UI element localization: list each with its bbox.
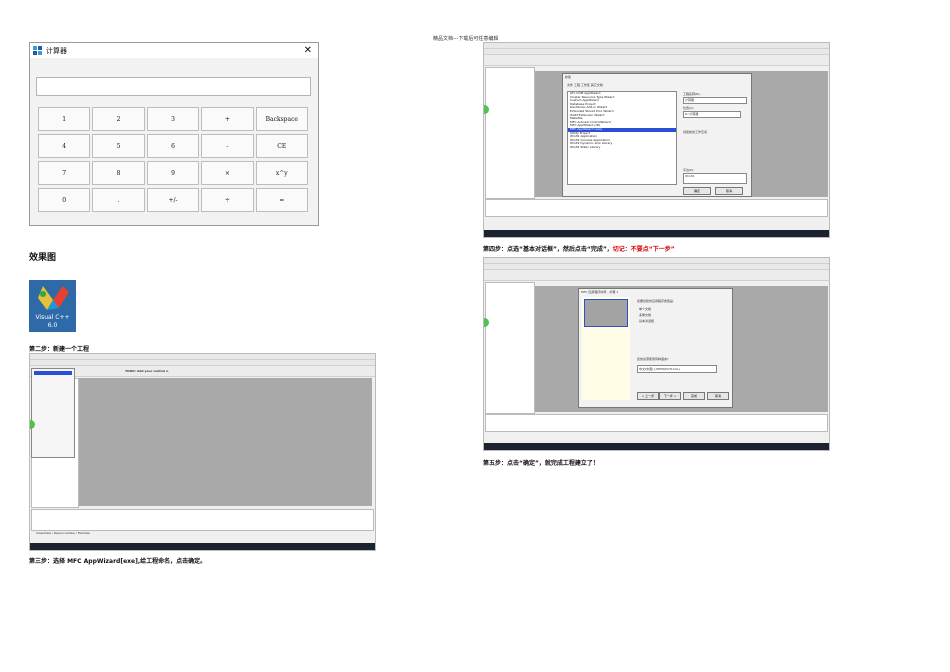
visual-cpp-logo-icon [38, 286, 69, 310]
workspace-panel-c [485, 282, 535, 414]
calc-button[interactable]: + [201, 107, 254, 131]
calculator-title: 计算器 [46, 46, 67, 55]
calc-button[interactable]: 0 [38, 188, 91, 212]
ok-button[interactable]: 确定 [683, 187, 711, 195]
step3-caption: 第三步：选择 MFC AppWizard[exe],给工程命名，点击确定。 [29, 558, 207, 565]
calculator-titlebar: 计算器 ✕ [30, 43, 318, 58]
language-value: 中文[中国] (APPWZCHS.DLL) [639, 367, 681, 371]
calc-button[interactable]: Backspace [255, 107, 308, 131]
location-field[interactable]: D:\计算器 [683, 111, 741, 118]
windows-taskbar [484, 443, 829, 450]
calc-button[interactable]: 1 [38, 107, 91, 131]
calc-button[interactable]: 3 [146, 107, 200, 131]
calc-button[interactable]: 4 [38, 134, 91, 158]
wizard-cancel-button[interactable]: 取消 [707, 392, 729, 400]
header-note: 精品文档---下载后可任意编辑 [433, 36, 499, 42]
output-panel [31, 509, 374, 531]
calc-button[interactable]: 6 [146, 134, 200, 158]
calc-button[interactable]: 7 [38, 161, 91, 185]
calc-button[interactable]: 8 [92, 161, 145, 185]
platform-label: 平台(P): [683, 168, 695, 172]
workspace-panel-b [485, 67, 535, 199]
ide-toolbar-c [484, 270, 829, 281]
calc-button[interactable]: = [255, 188, 308, 212]
calculator-icon [33, 45, 43, 56]
wizard-title: MFC 应用程序向导 - 步骤 1 [581, 290, 619, 294]
app-type-question: 您要创建的应用程序类型是: [637, 299, 675, 303]
cancel-button[interactable]: 取消 [715, 187, 743, 195]
location-value: D:\计算器 [685, 112, 699, 116]
radio-single-document[interactable]: 单个文档 [639, 307, 651, 311]
new-project-dialog: 新建 文件 工程 工作区 其它文档 ATL COM AppWizard Clust… [562, 73, 752, 197]
calc-button[interactable]: 2 [92, 107, 145, 131]
file-menu-highlight [34, 371, 72, 375]
calc-button[interactable]: 5 [92, 134, 145, 158]
calc-button[interactable]: . [92, 188, 145, 212]
project-name-label: 工程名称(N): [683, 92, 701, 96]
radio-multiple-document[interactable]: 多重文档 [639, 313, 651, 317]
finish-button[interactable]: 完成 [683, 392, 705, 400]
mfc-wizard-dialog: MFC 应用程序向导 - 步骤 1 您要创建的应用程序类型是: 单个文档 多重文… [578, 288, 733, 408]
calc-button[interactable]: - [201, 134, 254, 158]
file-menu-dropdown[interactable] [31, 368, 75, 458]
step4-warning-text: 切记：不要点“下一步” [612, 246, 675, 253]
platform-list[interactable]: Win32 [683, 173, 747, 184]
step5-caption: 第五步：点击“确定”，就完成工程建立了！ [483, 460, 599, 467]
language-label: 您的资源使用何种语言? [637, 357, 669, 361]
ide-toolbar-b [484, 55, 829, 66]
calc-button[interactable]: x^y [255, 161, 308, 185]
project-type-item[interactable]: Win32 Static Library [568, 145, 676, 150]
project-name-value: 计算器 [685, 98, 695, 102]
output-panel-b [485, 199, 828, 217]
dialog-title: 新建 [565, 75, 572, 79]
logo-label-1: Visual C++ [35, 314, 70, 321]
close-icon[interactable]: ✕ [304, 45, 312, 56]
step2-caption: 第二步：新建一个工程 [29, 346, 90, 353]
step4-main-text: 第四步：点选“基本对话框”，然后点击“完成”， [483, 246, 613, 253]
wizard-preview-area [582, 297, 630, 400]
create-workspace-option[interactable]: 创建新的工作空间 [683, 130, 707, 134]
calc-button[interactable]: × [201, 161, 254, 185]
logo-label-2: 6.0 [47, 322, 58, 329]
dialog-tabs[interactable]: 文件 工程 工作区 其它文档 [567, 83, 603, 87]
editor-area [79, 378, 372, 506]
toolbar-text: TODO: Add your control n [125, 369, 169, 373]
visual-cpp-logo: Visual C++ 6.0 [29, 280, 76, 332]
radio-dialog-based[interactable]: 基本对话框 [639, 319, 654, 323]
calculator-keypad: 1 2 3 + Backspace 4 5 6- CE 7 8 9 × x^y 0. +/- ÷ = [38, 107, 308, 212]
ide-screenshot-project-dialog: 新建 文件 工程 工作区 其它文档 ATL COM AppWizard Clust… [483, 42, 830, 238]
ide-screenshot-mfc-wizard: MFC 应用程序向导 - 步骤 1 您要创建的应用程序类型是: 单个文档 多重文… [483, 257, 830, 451]
next-button[interactable]: 下一步 > [659, 392, 681, 400]
calculator-window: 计算器 ✕ 1 2 3 + Backspace 4 5 6- CE 7 8 9 × x^y 0. +/- ÷ = [29, 42, 319, 226]
wizard-preview-window [584, 299, 628, 327]
calc-button[interactable]: +/- [146, 188, 200, 212]
project-type-list[interactable]: ATL COM AppWizard Cluster Resource Type W… [567, 91, 677, 185]
step4-caption: 第四步：点选“基本对话框”，然后点击“完成”，切记：不要点“下一步” [483, 244, 675, 253]
ide-toolbar: TODO: Add your control n [30, 366, 375, 377]
platform-value: Win32 [685, 174, 695, 178]
ide-tabs: ClassView / ResourceView / FileView [36, 531, 90, 535]
ide-screenshot-new-project: TODO: Add your control n ClassView / Res… [29, 353, 376, 551]
calc-button[interactable]: 9 [146, 161, 200, 185]
project-name-field[interactable]: 计算器 [683, 97, 747, 104]
windows-taskbar [30, 543, 375, 550]
back-button[interactable]: < 上一步 [637, 392, 659, 400]
result-heading: 效果图 [29, 253, 57, 263]
windows-taskbar [484, 230, 829, 237]
calc-button[interactable]: ÷ [201, 188, 254, 212]
calc-button[interactable]: CE [255, 134, 308, 158]
language-select[interactable]: 中文[中国] (APPWZCHS.DLL) [637, 365, 717, 373]
location-label: 位置(C): [683, 106, 695, 110]
calculator-display[interactable] [36, 77, 311, 96]
output-panel-c [485, 414, 828, 432]
